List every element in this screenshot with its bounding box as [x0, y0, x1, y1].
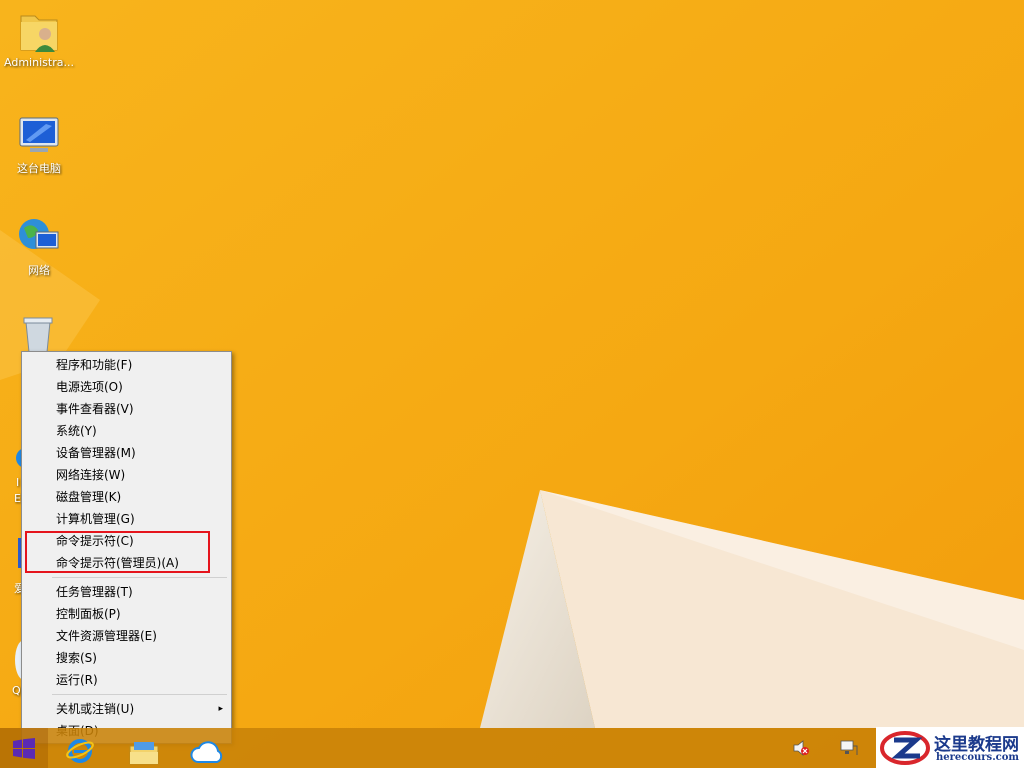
menu-item-label: 关机或注销(U) — [56, 702, 135, 716]
menu-item-search[interactable]: 搜索(S) — [22, 647, 231, 669]
volume-muted-icon[interactable] — [792, 740, 810, 756]
menu-separator — [52, 694, 227, 695]
menu-item-control-panel[interactable]: 控制面板(P) — [22, 603, 231, 625]
watermark-url: herecours.com — [936, 752, 1020, 763]
network-icon — [19, 219, 59, 249]
file-explorer-icon — [129, 742, 159, 765]
desktop-icon-label: Administra... — [4, 56, 74, 69]
watermark-logo — [880, 731, 930, 765]
recycle-bin-icon[interactable] — [18, 316, 58, 352]
windows-logo-icon — [13, 738, 35, 759]
desktop-partial-label: E — [14, 492, 21, 505]
desktop-icon-user-folder[interactable]: Administra... — [0, 8, 78, 69]
site-watermark: 这里教程网 herecours.com — [876, 727, 1024, 768]
file-explorer-taskbar-button[interactable] — [120, 728, 168, 768]
start-button[interactable] — [0, 728, 48, 768]
menu-item-task-manager[interactable]: 任务管理器(T) — [22, 581, 231, 603]
red-highlight-box — [25, 531, 210, 573]
network-tray-icon[interactable] — [840, 740, 858, 756]
menu-item-run[interactable]: 运行(R) — [22, 669, 231, 691]
desktop-icon-label: 网络 — [28, 264, 50, 277]
menu-item-device-manager[interactable]: 设备管理器(M) — [22, 442, 231, 464]
desktop-icon-label: 这台电脑 — [17, 162, 61, 175]
menu-item-system[interactable]: 系统(Y) — [22, 420, 231, 442]
menu-group-system-tools: 任务管理器(T) 控制面板(P) 文件资源管理器(E) 搜索(S) 运行(R) — [22, 581, 231, 691]
desktop-partial-label: I — [16, 476, 20, 489]
desktop-icon-this-pc[interactable]: 这台电脑 — [0, 112, 78, 176]
menu-item-event-viewer[interactable]: 事件查看器(V) — [22, 398, 231, 420]
internet-explorer-icon — [66, 739, 94, 763]
taskbar — [0, 728, 1024, 768]
computer-icon — [19, 117, 59, 152]
menu-item-network-connections[interactable]: 网络连接(W) — [22, 464, 231, 486]
menu-item-programs-and-features[interactable]: 程序和功能(F) — [22, 354, 231, 376]
menu-item-power-options[interactable]: 电源选项(O) — [22, 376, 231, 398]
menu-item-file-explorer[interactable]: 文件资源管理器(E) — [22, 625, 231, 647]
menu-item-disk-management[interactable]: 磁盘管理(K) — [22, 486, 231, 508]
desktop-icon-network[interactable]: 网络 — [0, 214, 78, 278]
menu-item-computer-management[interactable]: 计算机管理(G) — [22, 508, 231, 530]
cloud-app-icon — [190, 741, 223, 763]
internet-explorer-taskbar-button[interactable] — [56, 728, 104, 768]
desktop-partial-label: Q — [12, 684, 21, 697]
user-folder-icon — [20, 15, 58, 52]
menu-separator — [52, 577, 227, 578]
menu-item-shutdown-or-sign-out[interactable]: 关机或注销(U) ▸ — [22, 698, 231, 720]
cloud-app-taskbar-button[interactable] — [184, 728, 232, 768]
submenu-arrow-icon: ▸ — [218, 704, 223, 714]
